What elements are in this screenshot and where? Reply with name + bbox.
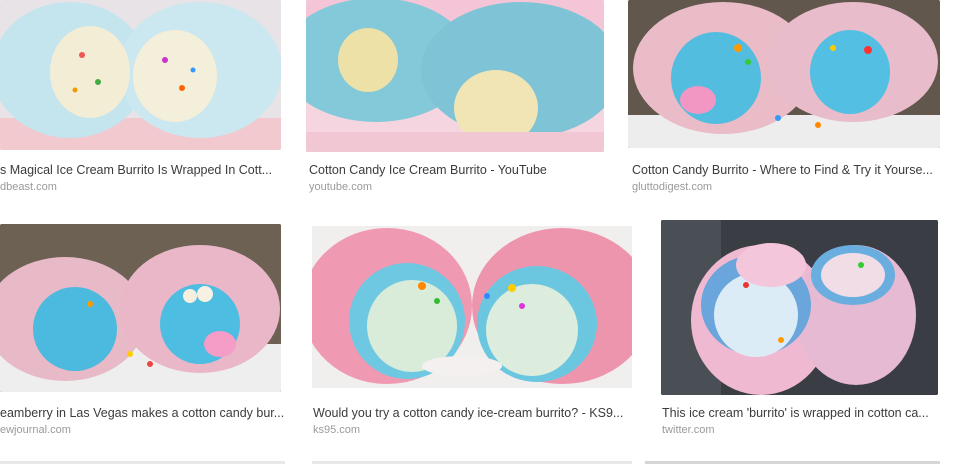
burrito-image — [661, 220, 938, 395]
image-results-grid: s Magical Ice Cream Burrito Is Wrapped I… — [0, 0, 960, 464]
result-domain[interactable]: gluttodigest.com — [632, 180, 938, 194]
result-thumbnail[interactable] — [628, 0, 940, 148]
burrito-image — [628, 0, 940, 148]
result-thumbnail[interactable] — [312, 226, 632, 388]
image-result-card[interactable]: eamberry in Las Vegas makes a cotton can… — [0, 224, 290, 444]
result-title[interactable]: s Magical Ice Cream Burrito Is Wrapped I… — [0, 162, 280, 178]
result-title[interactable]: eamberry in Las Vegas makes a cotton can… — [0, 405, 285, 421]
image-result-card[interactable]: Cotton Candy Burrito - Where to Find & T… — [628, 0, 944, 200]
image-result-card[interactable]: Would you try a cotton candy ice-cream b… — [310, 224, 635, 444]
burrito-image — [0, 0, 281, 150]
result-domain[interactable]: twitter.com — [662, 423, 942, 437]
result-title[interactable]: Would you try a cotton candy ice-cream b… — [313, 405, 631, 421]
image-result-card[interactable]: This ice cream 'burrito' is wrapped in c… — [660, 220, 945, 444]
burrito-image — [312, 226, 632, 388]
burrito-image — [0, 224, 281, 392]
result-domain[interactable]: ks95.com — [313, 423, 631, 437]
result-title[interactable]: Cotton Candy Burrito - Where to Find & T… — [632, 162, 938, 178]
result-thumbnail[interactable] — [661, 220, 938, 395]
result-title[interactable]: Cotton Candy Ice Cream Burrito - YouTube — [309, 162, 604, 178]
result-thumbnail[interactable] — [306, 0, 604, 152]
result-domain[interactable]: youtube.com — [309, 180, 604, 194]
image-result-card[interactable]: s Magical Ice Cream Burrito Is Wrapped I… — [0, 0, 285, 200]
result-title[interactable]: This ice cream 'burrito' is wrapped in c… — [662, 405, 942, 421]
image-result-card[interactable]: Cotton Candy Ice Cream Burrito - YouTube… — [306, 0, 606, 200]
result-domain[interactable]: ewjournal.com — [0, 423, 285, 437]
result-thumbnail[interactable] — [0, 0, 281, 150]
result-domain[interactable]: dbeast.com — [0, 180, 280, 194]
result-thumbnail[interactable] — [0, 224, 281, 392]
burrito-image — [306, 0, 604, 152]
